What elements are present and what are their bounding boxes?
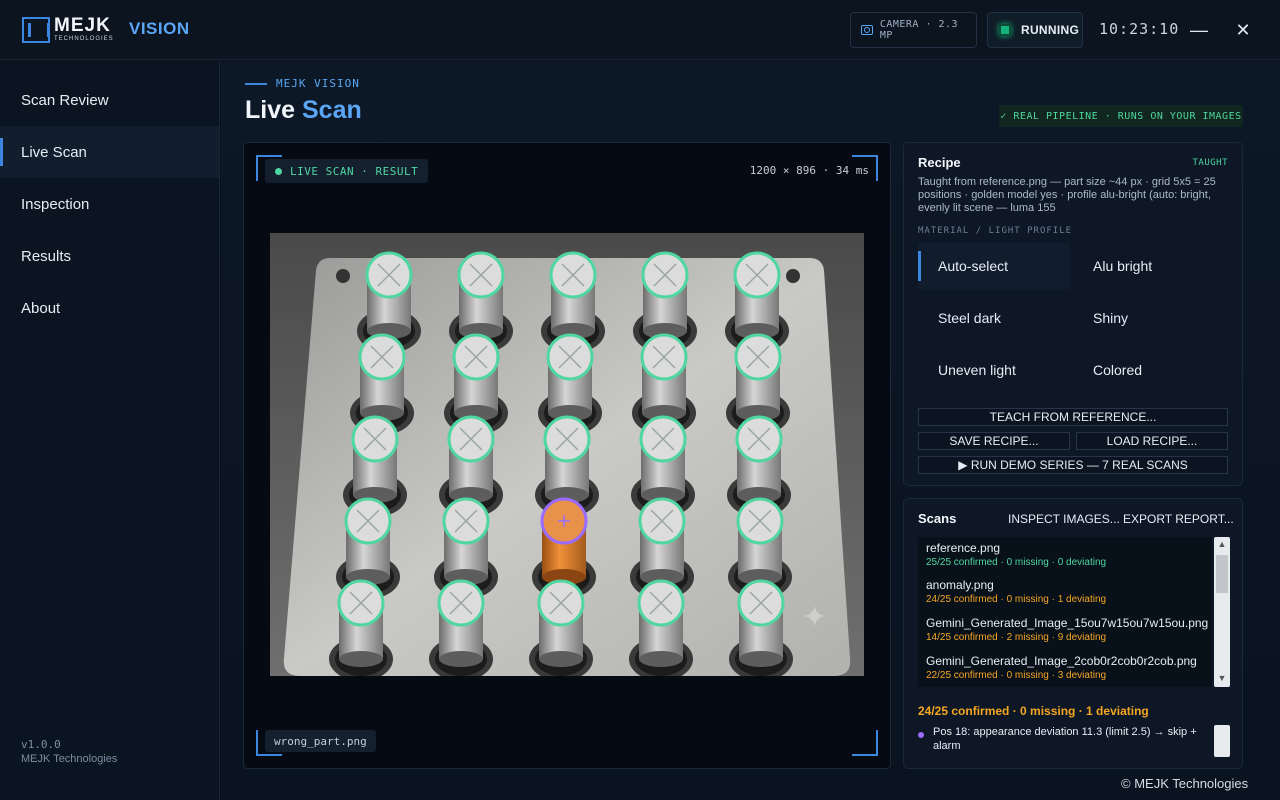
sidebar-item-label: Scan Review [21, 91, 109, 109]
breadcrumb: MEJK VISION [245, 77, 360, 90]
part-bottom [439, 651, 483, 667]
recipe-panel: Recipe TAUGHT Taught from reference.png … [903, 142, 1243, 486]
footer-copyright: © MEJK Technologies [1121, 776, 1249, 791]
page-title-part: Live [245, 96, 296, 124]
profile-colored[interactable]: Colored [1073, 347, 1225, 393]
camera-label: CAMERA · 2.3 MP [879, 19, 959, 41]
camera-icon [861, 25, 873, 35]
scan-image-svg: ✦ [283, 251, 851, 676]
live-scan-chip: LIVE SCAN · RESULT [265, 159, 429, 183]
sidebar-company: MEJK Technologies [21, 753, 118, 765]
clock: 10:23:10 [1099, 20, 1180, 38]
alarm-scrollbar[interactable] [1214, 725, 1230, 757]
close-button[interactable]: ✕ [1231, 18, 1255, 42]
list-item[interactable]: Gemini_Generated_Image_15ou7w15ou7w15ou.… [926, 616, 1208, 643]
sidebar-item-about[interactable]: About [0, 282, 219, 334]
profile-alu-bright[interactable]: Alu bright [1073, 243, 1225, 289]
run-demo-series-button[interactable]: ▶ RUN DEMO SERIES — 7 REAL SCANS [918, 456, 1228, 474]
scan-stat: 25/25 confirmed · 0 missing · 0 deviatin… [926, 557, 1107, 568]
running-label: RUNNING [1021, 23, 1080, 37]
page-title-accent: Scan [301, 96, 362, 124]
list-item[interactable]: anomaly.png 24/25 confirmed · 0 missing … [926, 578, 1106, 605]
recipe-description: Taught from reference.png — part size ~4… [918, 176, 1216, 214]
scan-name: anomaly.png [926, 578, 994, 592]
inspect-images-button[interactable]: INSPECT IMAGES... [1008, 512, 1120, 526]
brand-sub: TECHNOLOGIES [54, 36, 114, 42]
scan-name: Gemini_Generated_Image_15ou7w15ou7w15ou.… [926, 616, 1209, 630]
scroll-down-icon[interactable]: ▼ [1214, 673, 1230, 683]
profile-auto-select[interactable]: Auto-select [918, 243, 1070, 289]
live-scan-label: LIVE SCAN · RESULT [290, 164, 419, 178]
scan-name: Gemini_Generated_Image_2cob0r2cob0r2cob.… [926, 654, 1197, 668]
pipeline-badge: ✓ REAL PIPELINE · RUNS ON YOUR IMAGES [999, 105, 1243, 127]
sidebar-item-label: Results [21, 247, 72, 265]
app-version: v1.0.0 [21, 738, 61, 751]
page-title: Live Scan [245, 96, 362, 125]
camera-status-chip: CAMERA · 2.3 MP [850, 12, 977, 48]
title-bar: MEJK TECHNOLOGIES VISION CAMERA · 2.3 MP… [0, 0, 1280, 60]
sidebar-item-label: About [21, 299, 61, 317]
scan-viewer: LIVE SCAN · RESULT 1200 × 896 · 34 ms ✦ … [243, 142, 891, 769]
recipe-status-badge: TAUGHT [1192, 158, 1228, 168]
mount-hole [786, 269, 800, 283]
scan-list-scrollbar[interactable]: ▲ ▼ [1214, 537, 1230, 687]
export-report-button[interactable]: EXPORT REPORT... [1123, 512, 1234, 526]
sparkle-icon: ✦ [802, 600, 827, 635]
sidebar-item-label: Live Scan [21, 143, 87, 161]
mejk-logo: MEJK TECHNOLOGIES [22, 15, 114, 43]
list-item[interactable]: reference.png 25/25 confirmed · 0 missin… [926, 541, 1106, 568]
scan-image: ✦ [270, 233, 864, 676]
sidebar-item-inspection[interactable]: Inspection [0, 178, 219, 230]
part-bottom [539, 651, 583, 667]
sidebar-item-live-scan[interactable]: Live Scan [0, 126, 219, 178]
scroll-up-icon[interactable]: ▲ [1214, 539, 1230, 549]
product-name: VISION [129, 19, 190, 38]
scroll-thumb[interactable] [1216, 555, 1228, 593]
sidebar-item-results[interactable]: Results [0, 230, 219, 282]
main-content: MEJK VISION Live Scan ✓ REAL PIPELINE · … [221, 61, 1280, 800]
image-meta: 1200 × 896 · 34 ms [749, 164, 869, 177]
teach-from-reference-button[interactable]: TEACH FROM REFERENCE... [918, 408, 1228, 426]
scan-name: reference.png [926, 541, 1001, 555]
profile-uneven-light[interactable]: Uneven light [918, 347, 1070, 393]
scans-panel: Scans INSPECT IMAGES... EXPORT REPORT...… [903, 498, 1243, 769]
recipe-title: Recipe [918, 155, 961, 170]
scans-title: Scans [918, 511, 957, 526]
deviation-dot-icon [918, 732, 924, 738]
mount-hole [336, 269, 350, 283]
profile-shiny[interactable]: Shiny [1073, 295, 1225, 341]
part-bottom [339, 651, 383, 667]
alarm-message: Pos 18: appearance deviation 11.3 (limit… [918, 725, 1230, 757]
running-status-chip[interactable]: RUNNING [987, 12, 1083, 48]
sidebar-item-scan-review[interactable]: Scan Review [0, 74, 219, 126]
running-indicator-icon [999, 24, 1011, 36]
scan-stat: 14/25 confirmed · 2 missing · 9 deviatin… [926, 632, 1107, 643]
sidebar: Scan Review Live Scan Inspection Results… [0, 61, 220, 800]
corner-bracket [852, 730, 878, 756]
brand-name: MEJK [54, 15, 111, 36]
profile-steel-dark[interactable]: Steel dark [918, 295, 1070, 341]
minimize-button[interactable]: — [1187, 18, 1211, 42]
scan-list: reference.png 25/25 confirmed · 0 missin… [918, 537, 1212, 687]
sidebar-item-label: Inspection [21, 195, 90, 213]
scan-stat: 24/25 confirmed · 0 missing · 1 deviatin… [926, 594, 1107, 605]
part-bottom [639, 651, 683, 667]
logo-mark-icon [22, 17, 50, 43]
scan-stat: 22/25 confirmed · 0 missing · 3 deviatin… [926, 670, 1107, 681]
result-summary: 24/25 confirmed · 0 missing · 1 deviatin… [918, 704, 1149, 718]
profile-section-label: MATERIAL / LIGHT PROFILE [918, 226, 1073, 236]
list-item[interactable]: Gemini_Generated_Image_2cob0r2cob0r2cob.… [926, 654, 1197, 681]
live-dot-icon [275, 167, 282, 175]
part-bottom [739, 651, 783, 667]
save-recipe-button[interactable]: SAVE RECIPE... [918, 432, 1070, 450]
alarm-text: Pos 18: appearance deviation 11.3 (limit… [933, 726, 1197, 752]
load-recipe-button[interactable]: LOAD RECIPE... [1076, 432, 1228, 450]
image-filename: wrong_part.png [265, 730, 376, 752]
